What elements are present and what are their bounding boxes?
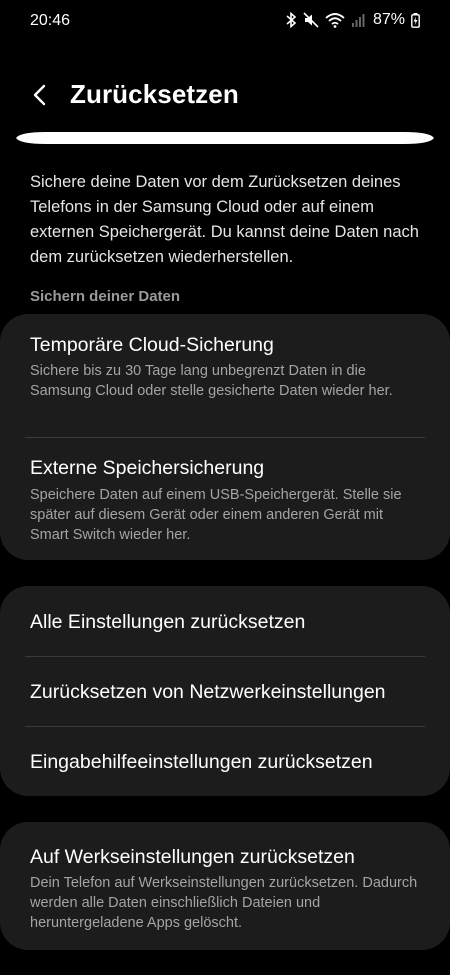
page-title: Zurücksetzen xyxy=(70,79,239,109)
section-label-backup: Sichern deiner Daten xyxy=(30,288,181,305)
chevron-left-icon xyxy=(33,84,46,106)
battery-charging-icon xyxy=(411,12,420,28)
backup-card: Temporäre Cloud-Sicherung Sichere bis zu… xyxy=(0,314,450,560)
status-time: 20:46 xyxy=(30,12,71,29)
item-title: Eingabehilfeeinstellungen zurücksetzen xyxy=(30,751,373,773)
item-title: Alle Einstellungen zurücksetzen xyxy=(30,611,306,633)
factory-reset-item[interactable]: Auf Werkseinstellungen zurücksetzen Dein… xyxy=(0,822,450,950)
app-bar: Zurücksetzen xyxy=(0,70,450,120)
item-title: Auf Werkseinstellungen zurücksetzen xyxy=(30,846,355,868)
item-title: Zurücksetzen von Netzwerkeinstellungen xyxy=(30,681,386,703)
highlight-mark xyxy=(16,132,434,144)
status-icons: 87% xyxy=(285,11,420,29)
mute-icon xyxy=(303,12,319,28)
factory-reset-card: Auf Werkseinstellungen zurücksetzen Dein… xyxy=(0,822,450,950)
item-title: Externe Speichersicherung xyxy=(30,457,265,479)
item-title: Temporäre Cloud-Sicherung xyxy=(30,334,274,356)
signal-icon xyxy=(351,12,365,28)
battery-percentage: 87% xyxy=(372,11,405,28)
item-subtitle: Dein Telefon auf Werkseinstellungen zurü… xyxy=(30,875,418,931)
reset-options-card: Alle Einstellungen zurücksetzen Zurückse… xyxy=(0,586,450,796)
item-subtitle: Speichere Daten auf einem USB-Speicherge… xyxy=(30,487,402,543)
reset-accessibility-settings-item[interactable]: Eingabehilfeeinstellungen zurücksetzen xyxy=(0,727,450,796)
intro-description: Sichere deine Daten vor dem Zurücksetzen… xyxy=(30,173,419,266)
status-bar: 20:46 87% xyxy=(0,0,450,44)
item-subtitle: Sichere bis zu 30 Tage lang unbegrenzt D… xyxy=(30,363,393,399)
external-storage-backup-item[interactable]: Externe Speichersicherung Speichere Date… xyxy=(0,438,450,560)
bluetooth-icon xyxy=(285,12,297,28)
temporary-cloud-backup-item[interactable]: Temporäre Cloud-Sicherung Sichere bis zu… xyxy=(0,314,450,436)
wifi-icon xyxy=(325,12,345,28)
back-button[interactable] xyxy=(24,78,58,112)
reset-network-settings-item[interactable]: Zurücksetzen von Netzwerkeinstellungen xyxy=(0,657,450,726)
reset-all-settings-item[interactable]: Alle Einstellungen zurücksetzen xyxy=(0,586,450,656)
